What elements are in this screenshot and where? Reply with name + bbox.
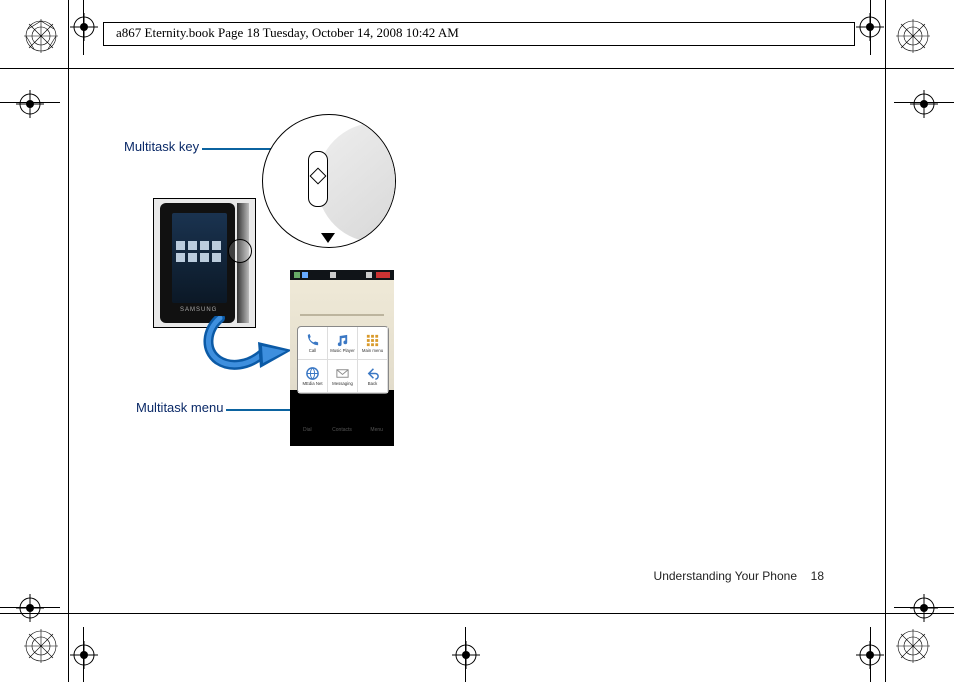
softkey-bar: Dial Contacts Menu bbox=[290, 424, 394, 446]
brand-label: SAMSUNG bbox=[180, 307, 217, 313]
popup-item-call: Call bbox=[298, 327, 328, 360]
softkey-right: Menu bbox=[359, 424, 394, 446]
popup-item-label: MEdia Net bbox=[302, 382, 322, 386]
crosshair-icon bbox=[910, 90, 938, 118]
crop-rule bbox=[68, 0, 69, 682]
crop-rule bbox=[885, 0, 886, 682]
crop-rule bbox=[83, 0, 84, 55]
popup-item-messaging: Messaging bbox=[328, 360, 358, 393]
phone-body: SAMSUNG bbox=[160, 203, 235, 323]
crop-rule bbox=[0, 613, 954, 614]
manual-page: a867 Eternity.book Page 18 Tuesday, Octo… bbox=[0, 0, 954, 682]
popup-item-label: Call bbox=[309, 349, 316, 353]
crop-rule bbox=[894, 102, 954, 103]
figure-phone-front: SAMSUNG bbox=[153, 198, 256, 328]
popup-item-label: Music Player bbox=[330, 349, 355, 353]
multitask-menu-popup: Call Music Player Main menu MEdia Net Me… bbox=[297, 326, 389, 394]
running-header-text: a867 Eternity.book Page 18 Tuesday, Octo… bbox=[116, 25, 459, 41]
registration-mark-icon bbox=[896, 19, 930, 53]
press-arrow-icon bbox=[321, 233, 335, 243]
popup-item-music: Music Player bbox=[328, 327, 358, 360]
crosshair-icon bbox=[16, 594, 44, 622]
crosshair-icon bbox=[70, 641, 98, 669]
popup-item-medianet: MEdia Net bbox=[298, 360, 328, 393]
figure-phone-screenshot: Call Music Player Main menu MEdia Net Me… bbox=[290, 270, 394, 446]
multitask-key-icon bbox=[308, 151, 328, 207]
footer-page-number: 18 bbox=[811, 569, 824, 583]
popup-item-mainmenu: Main menu bbox=[358, 327, 388, 360]
softkey-center: Contacts bbox=[325, 424, 360, 446]
crop-rule bbox=[894, 607, 954, 608]
crop-rule bbox=[465, 627, 466, 682]
popup-item-label: Messaging bbox=[332, 382, 353, 386]
crop-rule bbox=[0, 102, 60, 103]
label-multitask-key: Multitask key bbox=[124, 139, 199, 154]
footer-section-title: Understanding Your Phone bbox=[654, 569, 797, 583]
crosshair-icon bbox=[16, 90, 44, 118]
registration-mark-icon bbox=[896, 629, 930, 663]
crosshair-icon bbox=[70, 13, 98, 41]
crosshair-icon bbox=[910, 594, 938, 622]
phone-side-edge bbox=[237, 203, 249, 323]
popup-item-label: Main menu bbox=[362, 349, 383, 353]
registration-mark-icon bbox=[24, 19, 58, 53]
popup-item-label: Back bbox=[368, 382, 378, 386]
crop-rule bbox=[0, 68, 954, 69]
registration-mark-icon bbox=[24, 629, 58, 663]
arrow-swoosh-icon bbox=[200, 316, 295, 372]
figure-zoom-multitask-key bbox=[262, 114, 396, 248]
crop-rule bbox=[870, 0, 871, 55]
crop-rule bbox=[870, 627, 871, 682]
leader-line bbox=[226, 409, 298, 411]
crop-rule bbox=[83, 627, 84, 682]
zoom-indicator-icon bbox=[228, 239, 252, 263]
crop-rule bbox=[0, 607, 60, 608]
softkey-left: Dial bbox=[290, 424, 325, 446]
label-multitask-menu: Multitask menu bbox=[136, 400, 223, 415]
status-bar bbox=[290, 270, 394, 280]
popup-item-back: Back bbox=[358, 360, 388, 393]
crosshair-icon bbox=[452, 641, 480, 669]
home-icons bbox=[176, 241, 222, 262]
